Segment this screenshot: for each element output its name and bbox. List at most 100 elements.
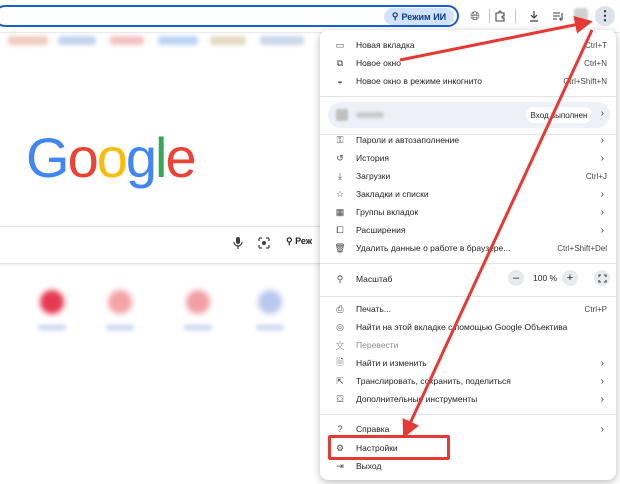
search-ai-mode-button[interactable]: ⚲ Реж xyxy=(286,236,312,247)
chevron-right-icon: › xyxy=(600,108,604,119)
profile-avatar xyxy=(336,109,348,121)
microphone-icon[interactable] xyxy=(233,237,243,252)
menu-item-bookmarks[interactable]: ☆ Закладки и списки › xyxy=(320,185,616,203)
history-icon: ↺ xyxy=(336,152,344,163)
menu-item-downloads[interactable]: ⤓ Загрузки Ctrl+J xyxy=(320,167,616,185)
menu-item-history[interactable]: ↺ История › xyxy=(320,149,616,167)
shortcut-tile-label xyxy=(38,325,66,330)
profile-avatar[interactable] xyxy=(574,8,588,22)
shortcut-tile-label xyxy=(184,325,212,330)
logo-letter: e xyxy=(165,126,196,189)
bookmark-item[interactable] xyxy=(210,36,246,45)
menu-divider xyxy=(320,296,616,297)
shortcut-tile[interactable] xyxy=(258,290,282,314)
extensions-icon[interactable] xyxy=(491,7,509,25)
signed-in-button[interactable]: Вход выполнен xyxy=(526,107,592,123)
translate-icon: 文 xyxy=(335,340,345,351)
search-ai-mode-label: Реж xyxy=(295,236,313,246)
menu-divider xyxy=(320,263,616,264)
menu-item-label: Группы вкладок xyxy=(356,207,419,217)
menu-item-shortcut: Ctrl+N xyxy=(584,58,607,68)
menu-divider xyxy=(320,96,616,97)
shortcut-tile[interactable] xyxy=(186,290,210,314)
menu-item-tab-groups[interactable]: ▦ Группы вкладок › xyxy=(320,203,616,221)
logo-letter: l xyxy=(155,126,168,189)
toolbox-icon: ⛋ xyxy=(336,393,344,404)
shortcut-tile[interactable] xyxy=(40,290,64,314)
menu-item-label: Новое окно xyxy=(356,58,401,68)
shortcut-tile-label xyxy=(106,325,134,330)
fullscreen-button[interactable] xyxy=(594,270,610,286)
media-queue-icon[interactable] xyxy=(549,7,567,25)
profile-name xyxy=(356,112,384,118)
shortcut-tile-label xyxy=(256,325,284,330)
ai-mode-button[interactable]: ⚲ Режим ИИ xyxy=(384,8,454,25)
shortcut-tile[interactable] xyxy=(108,290,132,314)
menu-item-label: Удалить данные о работе в браузере... xyxy=(356,243,511,253)
chevron-right-icon: › xyxy=(600,375,604,387)
google-lens-icon[interactable] xyxy=(258,237,270,252)
menu-item-passwords[interactable]: ⚿ Пароли и автозаполнение › xyxy=(320,131,616,149)
menu-profile-row[interactable]: Вход выполнен › xyxy=(328,102,610,128)
bookmarks-bar xyxy=(0,33,320,49)
chevron-right-icon: › xyxy=(600,206,604,218)
zoom-out-button[interactable]: – xyxy=(508,270,524,286)
chevron-right-icon: › xyxy=(600,393,604,405)
menu-item-shortcut: Ctrl+P xyxy=(584,304,607,314)
new-tab-icon: ▭ xyxy=(335,39,345,50)
incognito-icon: ◒ xyxy=(337,76,343,86)
key-icon: ⚿ xyxy=(336,134,344,145)
menu-item-extensions[interactable]: ⧠ Расширения › xyxy=(320,221,616,239)
more-vert-icon[interactable]: ⋮ xyxy=(595,6,615,26)
menu-item-label: Выход xyxy=(356,461,382,471)
menu-item-translate: 文 Перевести xyxy=(320,336,616,354)
ai-mode-label: Режим ИИ xyxy=(401,11,447,22)
tab-groups-icon: ▦ xyxy=(335,206,345,217)
download-icon: ⤓ xyxy=(338,170,342,181)
menu-item-label: Дополнительные инструменты xyxy=(356,394,478,404)
bookmark-item[interactable] xyxy=(58,36,96,45)
bookmark-item[interactable] xyxy=(260,36,304,45)
menu-item-label: Новая вкладка xyxy=(356,40,415,50)
chevron-right-icon: › xyxy=(600,423,604,435)
bookmark-item[interactable] xyxy=(158,36,198,45)
menu-item-label: Новое окно в режиме инкогнито xyxy=(356,76,482,86)
bookmark-item[interactable] xyxy=(8,36,48,45)
menu-item-label: Масштаб xyxy=(356,274,393,284)
download-icon[interactable] xyxy=(525,7,543,25)
menu-item-new-tab[interactable]: ▭ Новая вкладка Ctrl+T xyxy=(320,36,616,54)
menu-item-label: Транслировать, сохранить, поделиться xyxy=(356,376,511,386)
chevron-right-icon: › xyxy=(600,134,604,146)
new-window-icon: ⧉ xyxy=(336,57,344,68)
menu-item-new-window[interactable]: ⧉ Новое окно Ctrl+N xyxy=(320,54,616,72)
menu-item-shortcut: Ctrl+Shift+N xyxy=(563,76,607,86)
search-box[interactable] xyxy=(0,226,330,264)
menu-item-find-edit[interactable]: 🗎︎ Найти и изменить › xyxy=(320,354,616,372)
menu-item-clear-data[interactable]: 🗑︎ Удалить данные о работе в браузере...… xyxy=(320,239,616,257)
logo-letter: G xyxy=(26,126,70,189)
globe-icon[interactable]: 🌐︎ xyxy=(466,7,484,25)
bookmark-item[interactable] xyxy=(110,36,144,45)
menu-item-google-lens[interactable]: ◎ Найти на этой вкладке с помощью Google… xyxy=(320,318,616,336)
menu-item-label: История xyxy=(356,153,389,163)
sparkle-search-icon: ⚲ xyxy=(286,236,296,246)
menu-item-print[interactable]: ⎙ Печать... Ctrl+P xyxy=(320,300,616,318)
menu-item-shortcut: Ctrl+J xyxy=(585,171,607,181)
menu-item-label: Перевести xyxy=(356,340,399,350)
menu-item-incognito[interactable]: ◒ Новое окно в режиме инкогнито Ctrl+Shi… xyxy=(320,72,616,90)
logo-letter: o xyxy=(67,126,99,189)
find-page-icon: 🗎︎ xyxy=(336,357,344,367)
menu-item-more-tools[interactable]: ⛋ Дополнительные инструменты › xyxy=(320,390,616,408)
star-icon: ☆ xyxy=(335,188,345,199)
exit-icon: ⇥ xyxy=(336,460,344,471)
plus-icon: + xyxy=(566,272,574,284)
menu-item-label: Справка xyxy=(356,424,390,434)
chevron-right-icon: › xyxy=(600,357,604,369)
menu-item-label: Найти и изменить xyxy=(356,358,427,368)
logo-letter: g xyxy=(125,126,157,189)
menu-item-label: Закладки и списки xyxy=(356,189,429,199)
zoom-in-button[interactable]: + xyxy=(562,270,578,286)
menu-item-cast-save-share[interactable]: ⇱ Транслировать, сохранить, поделиться › xyxy=(320,372,616,390)
menu-item-label: Загрузки xyxy=(356,171,391,181)
zoom-icon: ⚲ xyxy=(336,273,344,284)
